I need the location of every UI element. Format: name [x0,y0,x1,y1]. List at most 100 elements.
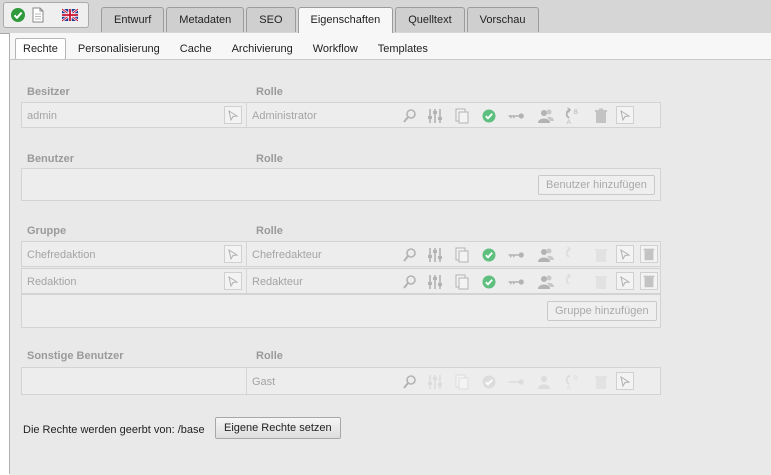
sub-tabs: Rechte Personalisierung Cache Archivieru… [15,38,440,60]
users-role-header: Rolle [256,153,283,165]
users-icon[interactable] [537,107,555,125]
copy-icon[interactable] [453,273,471,291]
group-row: Redaktion Redakteur [21,268,661,294]
owner-role-picker-button[interactable] [616,106,634,124]
search-icon[interactable] [401,373,419,391]
check-circle-icon[interactable] [480,373,498,391]
copy-icon[interactable] [453,373,471,391]
rights-content: Besitzer Rolle admin Administrator BA Be… [10,59,771,475]
search-icon[interactable] [401,246,419,264]
cursor-icon [620,249,631,260]
subtab-templates[interactable]: Templates [370,38,436,60]
tab-vorschau[interactable]: Vorschau [466,7,539,32]
groups-header: Gruppe Rolle [27,225,667,237]
subtab-workflow[interactable]: Workflow [305,38,366,60]
others-role: Gast [252,376,276,388]
sliders-icon[interactable] [426,273,444,291]
others-row: Gast BA [21,367,661,395]
check-circle-icon[interactable] [480,246,498,264]
trash-icon [643,248,655,261]
tab-quelltext[interactable]: Quelltext [395,7,465,32]
page-icon[interactable] [30,7,46,23]
subtab-cache[interactable]: Cache [172,38,220,60]
main-tabs: Entwurf Metadaten SEO Eigenschaften Quel… [101,7,541,34]
group-role: Chefredakteur [252,249,322,261]
key-icon[interactable] [507,246,525,264]
trash-icon-disabled [595,249,607,262]
others-header: Sonstige Benutzer Rolle [27,350,667,362]
tab-metadaten[interactable]: Metadaten [166,7,245,32]
check-circle-icon[interactable] [480,273,498,291]
owner-role-header: Rolle [256,86,283,98]
copy-icon[interactable] [453,107,471,125]
groups-role-header: Rolle [256,225,283,237]
group-picker-button[interactable] [224,272,242,290]
group-picker-button[interactable] [224,245,242,263]
subtab-personalisierung[interactable]: Personalisierung [70,38,168,60]
delete-group-button[interactable] [640,245,658,263]
cursor-icon [228,276,239,287]
delete-group-button[interactable] [640,272,658,290]
cursor-icon [620,376,631,387]
key-icon[interactable] [507,373,525,391]
users-icon[interactable] [537,373,555,391]
svg-text:A: A [567,119,572,125]
others-role-header: Rolle [256,350,283,362]
search-icon[interactable] [401,273,419,291]
trash-icon[interactable] [592,107,610,125]
trash-icon-disabled [595,376,607,389]
sliders-icon[interactable] [426,246,444,264]
uk-flag-icon[interactable] [62,7,78,23]
svg-text:A: A [567,385,572,391]
key-icon[interactable] [507,273,525,291]
groups-header-label: Gruppe [27,225,67,237]
column-separator [246,368,247,394]
subtab-archivierung[interactable]: Archivierung [224,38,301,60]
quick-actions [3,2,89,28]
group-row: Chefredaktion Chefredakteur [21,241,661,267]
key-icon[interactable] [507,107,525,125]
inherit-info: Die Rechte werden geerbt von: /base [23,424,205,436]
groups-footer: Gruppe hinzufügen [21,294,661,328]
sliders-icon[interactable] [426,373,444,391]
copy-icon[interactable] [453,246,471,264]
group-role-picker-button[interactable] [616,272,634,290]
tab-eigenschaften[interactable]: Eigenschaften [297,7,394,34]
group-name: Redaktion [27,276,77,288]
users-icon[interactable] [537,273,555,291]
translate-icon[interactable]: BA [563,107,581,125]
others-header-label: Sonstige Benutzer [27,350,124,362]
add-user-button[interactable]: Benutzer hinzufügen [538,175,655,195]
trash-icon-disabled [595,276,607,289]
search-icon[interactable] [401,107,419,125]
users-list: Benutzer hinzufügen [21,168,661,201]
cursor-icon [620,276,631,287]
translate-icon[interactable] [563,273,581,291]
tab-seo[interactable]: SEO [246,7,296,32]
check-circle-icon[interactable] [480,107,498,125]
users-header: Benutzer Rolle [27,153,667,165]
owner-header-label: Besitzer [27,86,70,98]
translate-icon[interactable] [563,246,581,264]
sliders-icon[interactable] [426,107,444,125]
tab-entwurf[interactable]: Entwurf [101,7,165,32]
column-separator [246,269,247,293]
add-group-button[interactable]: Gruppe hinzufügen [547,301,657,321]
owner-name: admin [27,110,57,122]
owner-row: admin Administrator BA [21,102,661,128]
users-icon[interactable] [537,246,555,264]
cursor-icon [228,249,239,260]
group-role-picker-button[interactable] [616,245,634,263]
owner-picker-button[interactable] [224,106,242,124]
check-icon[interactable] [10,7,26,23]
owner-role: Administrator [252,110,317,122]
cursor-icon [620,110,631,121]
translate-icon[interactable]: BA [563,373,581,391]
users-header-label: Benutzer [27,153,75,165]
subtab-rechte[interactable]: Rechte [15,38,66,60]
others-role-picker-button[interactable] [616,372,634,390]
group-role: Redakteur [252,276,303,288]
set-own-rights-button[interactable]: Eigene Rechte setzen [215,417,341,439]
cursor-icon [228,110,239,121]
column-separator [246,103,247,127]
